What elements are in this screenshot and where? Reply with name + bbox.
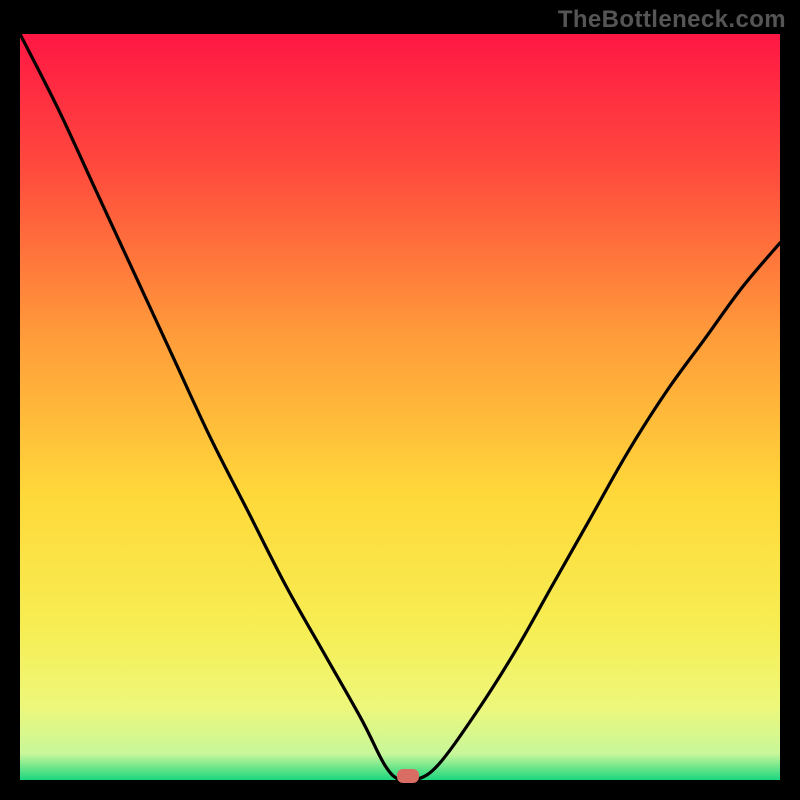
plot-inner bbox=[20, 34, 780, 780]
bottleneck-curve bbox=[20, 34, 780, 780]
optimal-point-marker bbox=[397, 769, 419, 783]
plot-area bbox=[20, 34, 780, 780]
watermark: TheBottleneck.com bbox=[558, 6, 786, 34]
chart-frame: TheBottleneck.com bbox=[0, 0, 800, 800]
